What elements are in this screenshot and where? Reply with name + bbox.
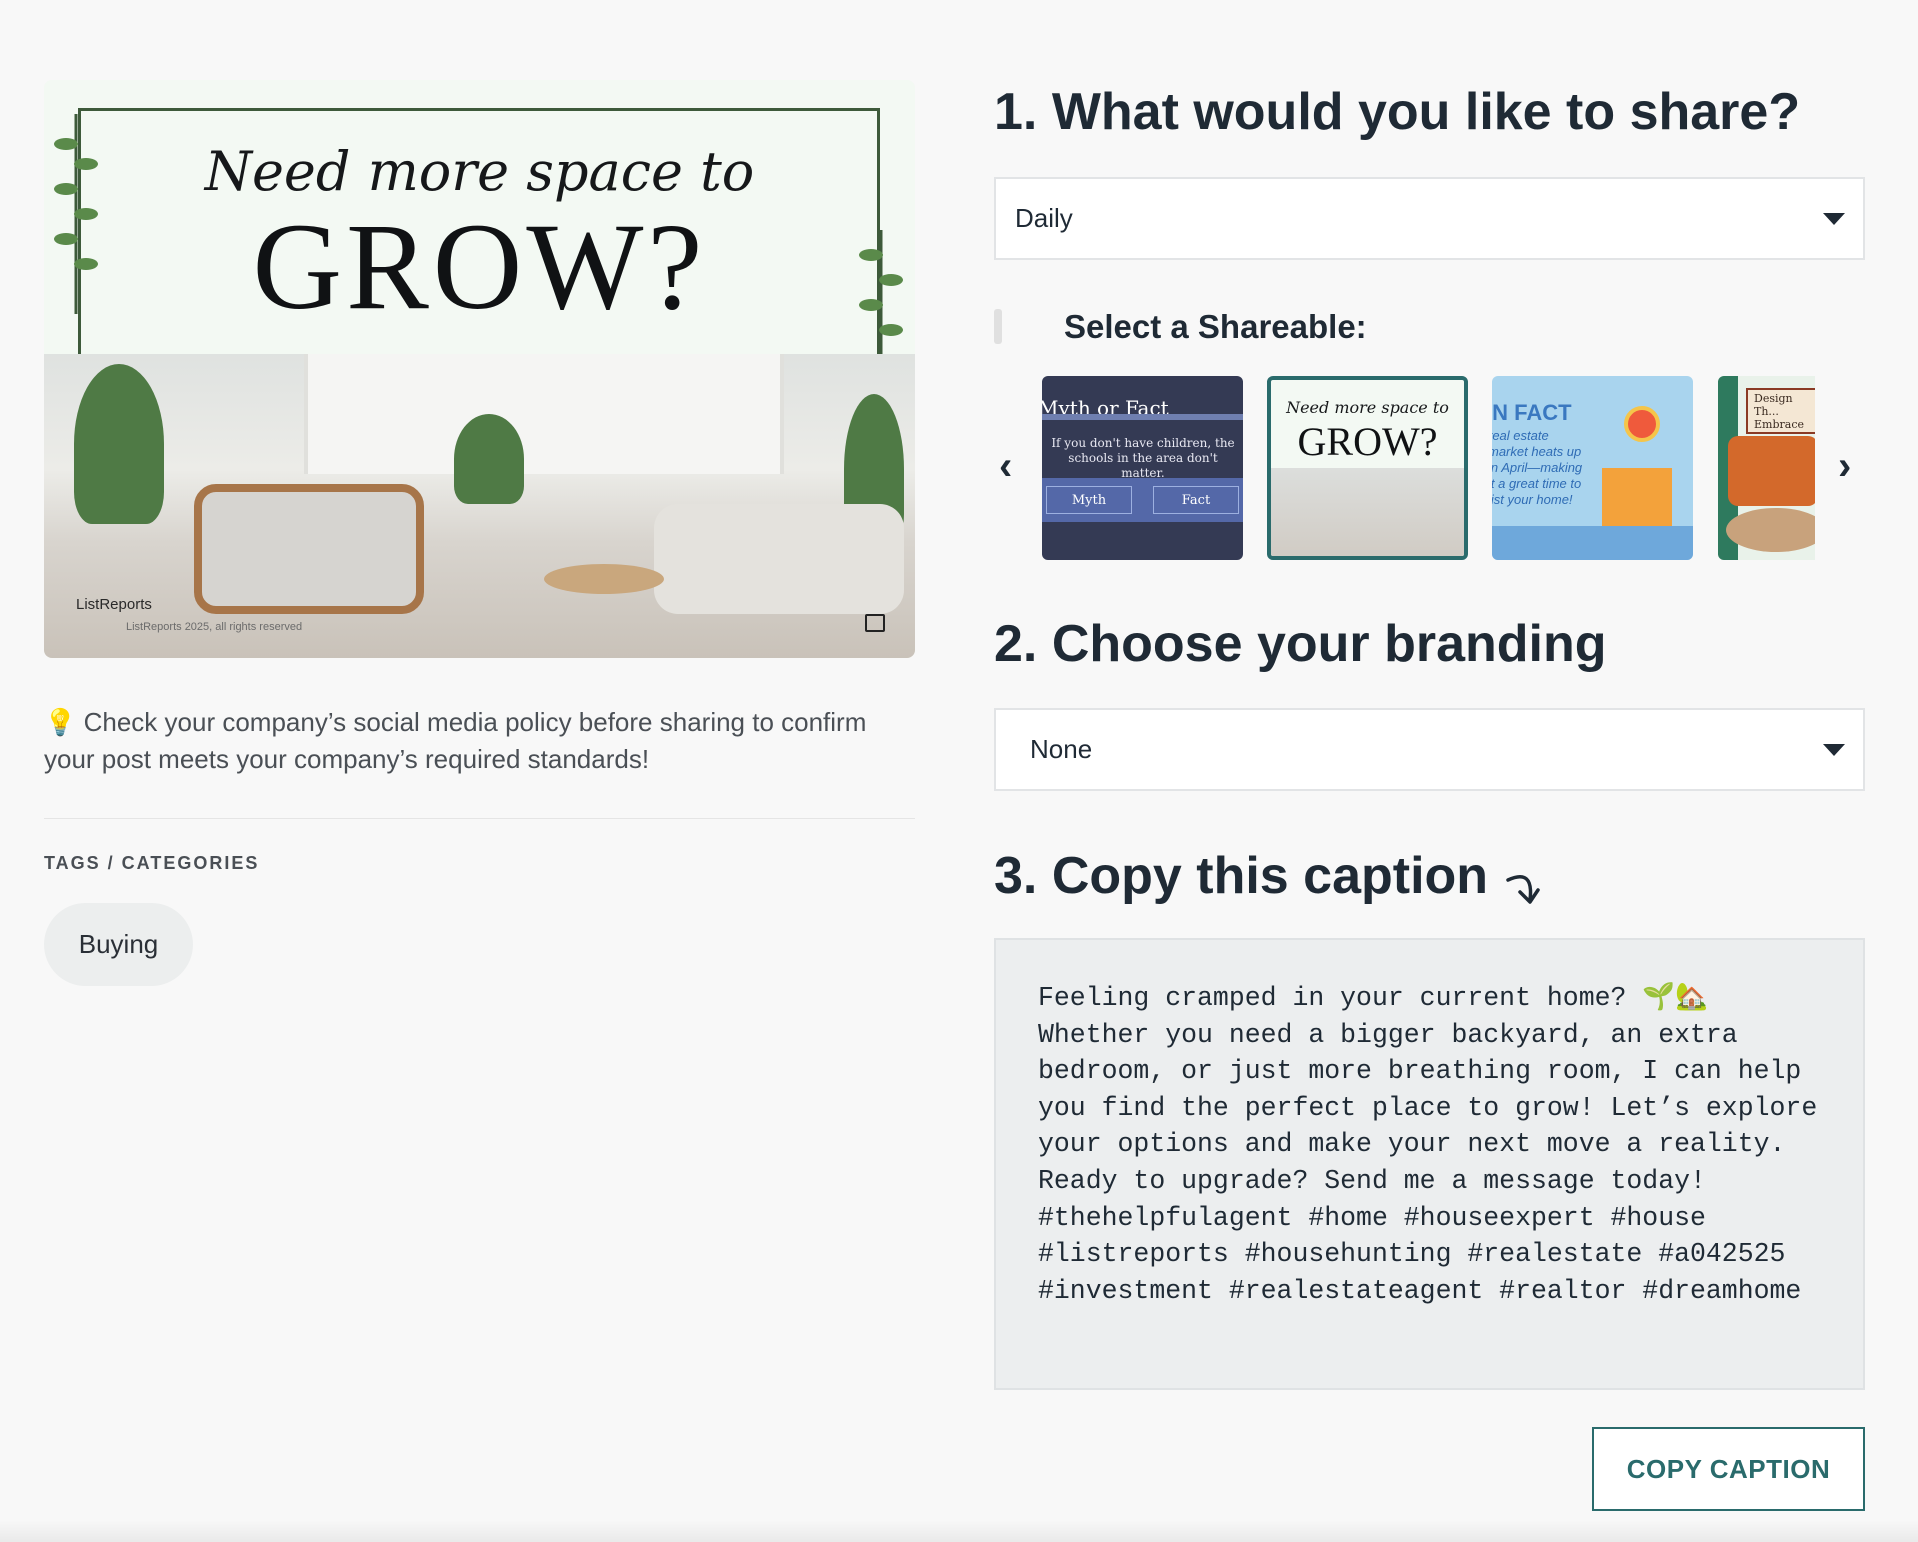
divider: [44, 818, 915, 819]
step1-title: 1. What would you like to share?: [994, 83, 1801, 141]
shareable-thumb-grow[interactable]: Need more space to GROW?: [1267, 376, 1468, 560]
carousel-prev-icon[interactable]: ‹: [999, 446, 1012, 486]
equal-housing-icon: [865, 614, 885, 632]
sun-icon: [1624, 406, 1660, 442]
shareable-thumb-in-fact[interactable]: IN FACT real estate market heats up in A…: [1492, 376, 1693, 560]
preview-copyright: ListReports 2025, all rights reserved: [126, 621, 303, 633]
shareable-label: Select a Shareable:: [1064, 308, 1367, 345]
thumb-headline: IN FACT: [1492, 400, 1572, 425]
share-type-select-value: Daily: [1015, 203, 1073, 233]
bottom-shadow: [0, 1520, 1918, 1542]
policy-tip: 💡 Check your company’s social media poli…: [44, 704, 924, 778]
preview-headline-line2: GROW?: [252, 198, 707, 335]
house-icon: [1602, 468, 1672, 530]
thumb-ground: [1492, 526, 1693, 560]
plant-left: [74, 364, 164, 524]
sofa: [654, 504, 904, 614]
thumb-headline: Design Th... Embrace: [1746, 388, 1815, 434]
carousel-next-icon[interactable]: ›: [1838, 446, 1851, 486]
shareable-thumb-design[interactable]: Design Th... Embrace: [1718, 376, 1815, 560]
armchair: [194, 484, 424, 614]
step3-title: 3. Copy this caption: [994, 847, 1489, 905]
branding-select-value: None: [1030, 734, 1093, 764]
thumb-fact-button: Fact: [1153, 486, 1239, 514]
shareable-thumb-myth-or-fact[interactable]: Myth or Fact If you don't have children,…: [1042, 376, 1243, 560]
chevron-down-icon: [1823, 213, 1845, 225]
tags-heading: TAGS / CATEGORIES: [44, 853, 260, 873]
caption-textarea[interactable]: Feeling cramped in your current home? 🌱🏡…: [994, 938, 1865, 1390]
copy-caption-button[interactable]: COPY CAPTION: [1592, 1427, 1865, 1511]
plant-mid: [454, 414, 524, 504]
branding-select[interactable]: None: [994, 708, 1865, 791]
tag-pill-buying[interactable]: Buying: [44, 903, 193, 986]
side-table: [544, 564, 664, 594]
scrollbar-stub[interactable]: [994, 309, 1002, 344]
curved-arrow-icon: [1506, 875, 1540, 904]
thumb-headline-line1: Need more space to: [1286, 398, 1449, 417]
preview-brand-label: ListReports: [76, 596, 152, 613]
living-room-photo: [44, 354, 915, 658]
thumb-myth-button: Myth: [1046, 486, 1132, 514]
thumb-rug: [1726, 508, 1815, 552]
step2-title: 2. Choose your branding: [994, 615, 1607, 673]
thumb-sofa: [1728, 436, 1815, 506]
thumb-photo: [1271, 468, 1464, 556]
thumb-body: If you don't have children, the schools …: [1051, 436, 1235, 480]
thumb-band: [1042, 414, 1243, 420]
policy-tip-text: Check your company’s social media policy…: [44, 707, 867, 774]
photo-window: [304, 354, 784, 474]
preview-headline-line1: Need more space to: [204, 140, 755, 203]
chevron-down-icon: [1823, 744, 1845, 756]
shareable-preview-image: Need more space to GROW? ListReports Lis…: [44, 80, 915, 658]
thumb-headline-line2: GROW?: [1297, 419, 1438, 464]
share-type-select[interactable]: Daily: [994, 177, 1865, 260]
thumb-body: real estate market heats up in April—mak…: [1492, 428, 1583, 507]
lightbulb-icon: 💡: [44, 707, 77, 737]
